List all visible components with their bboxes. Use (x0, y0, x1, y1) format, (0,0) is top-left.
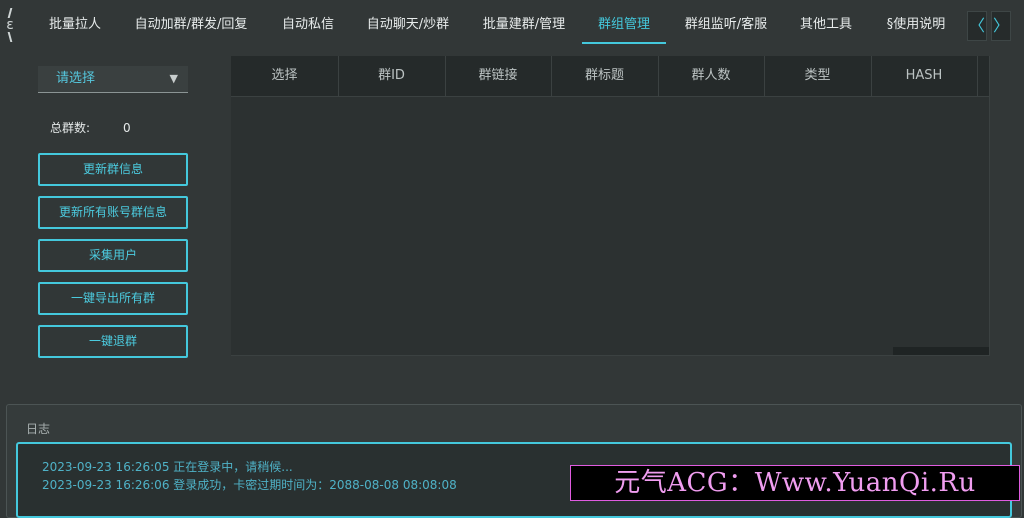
column-header-type[interactable]: 类型 (764, 56, 872, 96)
nav-next-button[interactable]: 〉 (991, 11, 1011, 41)
tab-group-monitor-support[interactable]: 群组监听/客服 (684, 8, 768, 42)
tab-usage-guide[interactable]: §使用说明 (884, 8, 948, 42)
column-header-group-title[interactable]: 群标题 (551, 56, 659, 96)
log-title: 日志 (26, 422, 51, 436)
account-select-value: 请选择 (56, 71, 96, 86)
horizontal-scrollbar[interactable] (893, 347, 989, 355)
collect-users-button[interactable]: 采集用户 (38, 239, 188, 272)
total-groups-count: 0 (123, 121, 131, 135)
account-select[interactable]: 请选择 ▼ (38, 66, 188, 93)
tab-other-tools[interactable]: 其他工具 (799, 8, 853, 42)
table-header: 选择 群ID 群链接 群标题 群人数 类型 HASH (231, 56, 989, 97)
log-line: 2023-09-23 16:26:06 登录成功，卡密过期时间为：2088-08… (42, 478, 457, 492)
caret-down-icon: ▼ (169, 72, 178, 85)
column-header-select[interactable]: 选择 (231, 56, 339, 96)
leave-all-groups-button[interactable]: 一键退群 (38, 325, 188, 358)
total-groups-label: 总群数: (50, 121, 91, 135)
update-all-account-groups-button[interactable]: 更新所有账号群信息 (38, 196, 188, 229)
group-table[interactable]: 选择 群ID 群链接 群标题 群人数 类型 HASH (231, 56, 990, 356)
tab-auto-join-broadcast-reply[interactable]: 自动加群/群发/回复 (134, 8, 248, 42)
log-line: 2023-09-23 16:26:05 正在登录中，请稍候... (42, 460, 293, 474)
update-group-info-button[interactable]: 更新群信息 (38, 153, 188, 186)
column-header-group-link[interactable]: 群链接 (445, 56, 552, 96)
export-all-groups-button[interactable]: 一键导出所有群 (38, 282, 188, 315)
tab-auto-chat[interactable]: 自动聊天/炒群 (366, 8, 450, 42)
tab-auto-private-message[interactable]: 自动私信 (281, 8, 335, 42)
tab-batch-create-groups[interactable]: 批量建群/管理 (482, 8, 566, 42)
column-header-member-count[interactable]: 群人数 (658, 56, 765, 96)
top-nav-bar: ε 批量拉人 自动加群/群发/回复 自动私信 自动聊天/炒群 批量建群/管理 群… (0, 0, 1024, 50)
nav-prev-button[interactable]: 〈 (967, 11, 987, 41)
app-logo-icon: ε (3, 10, 17, 40)
watermark-banner: 元气ACG：Www.YuanQi.Ru (570, 465, 1020, 501)
column-header-hash[interactable]: HASH (871, 56, 978, 96)
column-header-group-id[interactable]: 群ID (338, 56, 446, 96)
tab-batch-pull[interactable]: 批量拉人 (48, 8, 102, 42)
tab-group-management[interactable]: 群组管理 (582, 8, 666, 44)
